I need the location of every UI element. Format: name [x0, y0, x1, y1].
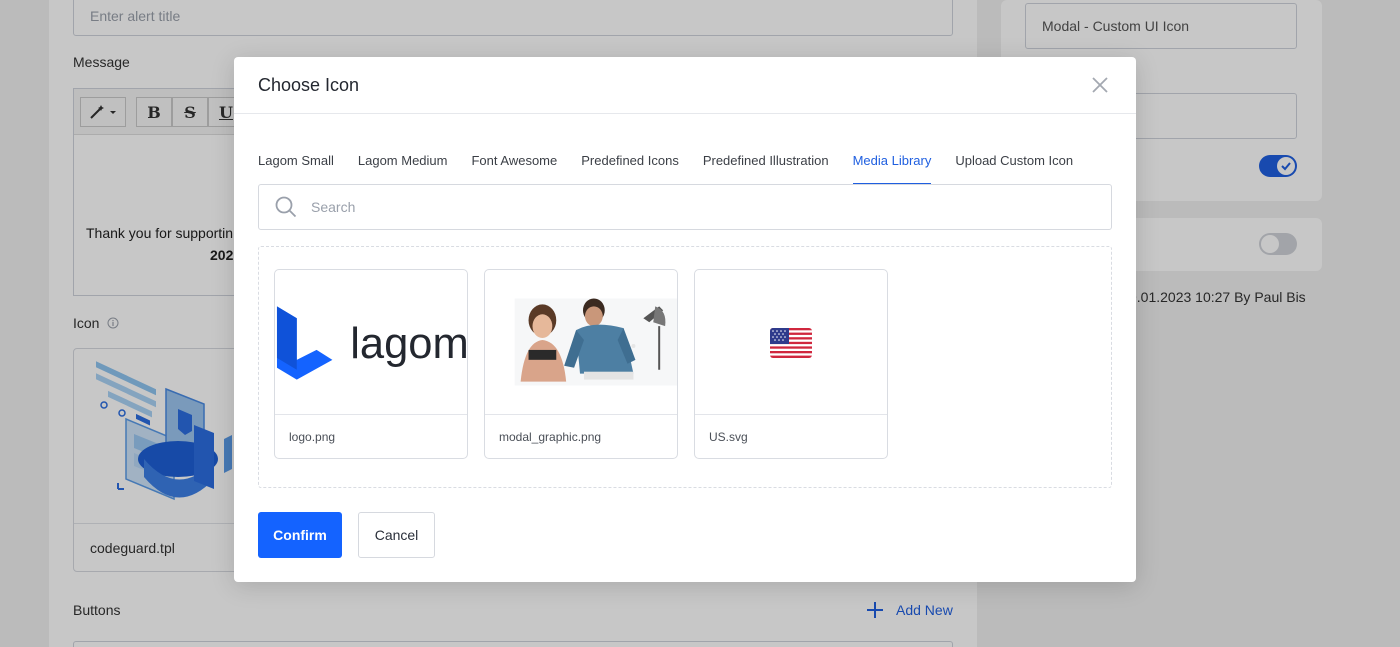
- close-icon: [1092, 77, 1108, 93]
- tab-lagom-small[interactable]: Lagom Small: [258, 145, 334, 185]
- choose-icon-modal: Choose Icon Lagom Small Lagom Medium Fon…: [234, 57, 1136, 582]
- search-icon: [275, 196, 297, 218]
- media-tile-modal-graphic[interactable]: modal_graphic.png: [484, 269, 678, 459]
- file-name-logo: logo.png: [275, 414, 467, 458]
- media-library-grid: lagom logo.png modal_graphic.png US.svg: [258, 246, 1112, 488]
- file-name-us-flag: US.svg: [695, 414, 887, 458]
- close-button[interactable]: [1088, 73, 1112, 97]
- modal-header: Choose Icon: [234, 57, 1136, 114]
- tab-media-library[interactable]: Media Library: [852, 145, 931, 185]
- tab-predefined-illustration[interactable]: Predefined Illustration: [703, 145, 829, 185]
- us-flag-icon: [770, 327, 812, 358]
- file-name-modal-graphic: modal_graphic.png: [485, 414, 677, 458]
- tab-font-awesome[interactable]: Font Awesome: [471, 145, 557, 185]
- cancel-button[interactable]: Cancel: [358, 512, 435, 558]
- lagom-logo-text: lagom: [350, 320, 467, 368]
- icon-source-tabs: Lagom Small Lagom Medium Font Awesome Pr…: [258, 145, 1097, 185]
- media-tile-us-flag[interactable]: US.svg: [694, 269, 888, 459]
- tile-preview-us-flag: [695, 270, 887, 415]
- tile-preview-logo: lagom: [275, 270, 467, 415]
- lagom-logo-icon: lagom: [276, 306, 467, 380]
- tile-preview-modal-graphic: [485, 270, 677, 415]
- confirm-button[interactable]: Confirm: [258, 512, 342, 558]
- tab-upload-custom-icon[interactable]: Upload Custom Icon: [955, 145, 1073, 185]
- search-box: [258, 184, 1112, 230]
- tab-predefined-icons[interactable]: Predefined Icons: [581, 145, 679, 185]
- modal-title: Choose Icon: [258, 75, 360, 95]
- search-input[interactable]: [311, 199, 1091, 215]
- media-tile-logo[interactable]: lagom logo.png: [274, 269, 468, 459]
- people-photo-icon: [514, 298, 677, 386]
- tab-lagom-medium[interactable]: Lagom Medium: [358, 145, 448, 185]
